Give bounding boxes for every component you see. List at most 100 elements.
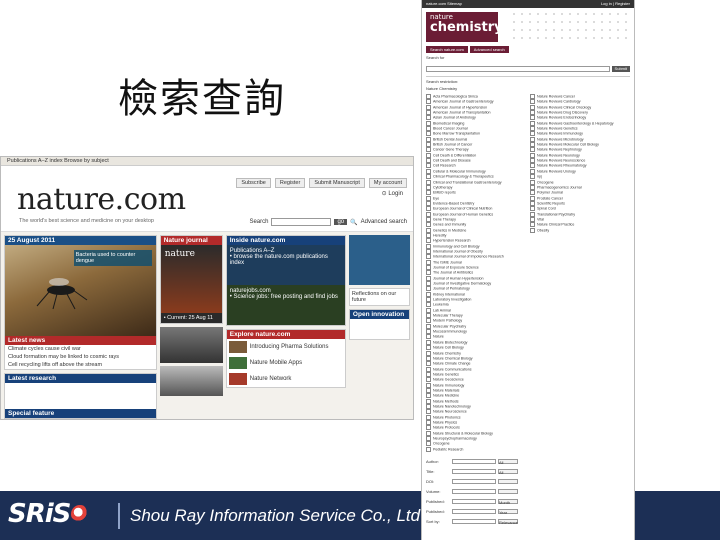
my-account-link[interactable]: My account xyxy=(368,178,407,188)
field-select[interactable] xyxy=(498,488,518,494)
nature-chemistry-logo[interactable]: nature chemistry xyxy=(426,12,503,42)
search-restriction-header: Search restriction: xyxy=(426,76,630,84)
latest-news-header: Latest news xyxy=(5,336,156,345)
nature-body: 25 August 2011 Bacteria used to counter … xyxy=(1,232,413,419)
explore-item[interactable]: Nature Mobile Apps xyxy=(227,355,345,371)
journal-column-right: Nature Reviews Cancer Nature Reviews Card… xyxy=(530,94,630,452)
explore-card: Explore nature.com Introducing Pharma So… xyxy=(225,329,346,388)
naturejobs-text: • Science jobs: free posting and find jo… xyxy=(229,294,338,300)
field-label: Volume: xyxy=(426,488,441,494)
journal-cover[interactable]: nature xyxy=(160,245,222,313)
login-link[interactable]: ⊙ Login xyxy=(382,190,403,197)
news-item[interactable]: Climate cycles cause civil war xyxy=(5,345,156,353)
footer-bar: SRiS Shou Ray Information Service Co., L… xyxy=(0,491,421,540)
hero-caption[interactable]: Bacteria used to counter dengue xyxy=(73,250,152,266)
logo-line2: chemistry xyxy=(430,20,503,35)
field-label: Title: xyxy=(426,468,435,474)
journal-column: Nature journal nature • Current: 25 Aug … xyxy=(159,235,223,419)
search-icon: 🔍 xyxy=(350,219,358,226)
explore-item[interactable]: Introducing Pharma Solutions xyxy=(227,339,345,355)
field-label: Published: xyxy=(426,508,445,514)
nature-events-panel[interactable] xyxy=(348,235,410,285)
search-field-row: Title: All xyxy=(426,466,630,476)
explore-item[interactable]: Nature Network xyxy=(227,371,345,387)
reflections-card[interactable]: Reflections on our future xyxy=(348,288,410,306)
network-icon xyxy=(228,373,247,385)
field-input[interactable] xyxy=(452,518,496,524)
top-bar: nature.com Sitemap Log in | Register xyxy=(422,0,634,8)
pharma-icon xyxy=(228,341,247,353)
subscribe-link[interactable]: Subscribe xyxy=(236,178,271,188)
naturejobs-photo xyxy=(159,327,223,363)
login-register-link[interactable]: Log in | Register xyxy=(601,1,630,7)
field-input[interactable] xyxy=(452,468,496,474)
open-innovation-card[interactable]: Open innovation xyxy=(348,309,410,340)
explore-item-label: Nature Network xyxy=(249,376,292,382)
nature-homepage-screenshot: Publications A–Z index Browse by subject… xyxy=(0,156,414,420)
field-input[interactable] xyxy=(452,488,496,494)
search-site: Nature Chemistry xyxy=(426,86,458,91)
company-name: Shou Ray Information Service Co., Ltd xyxy=(130,506,421,525)
inside-column: Inside nature.com Publications A–Z • bro… xyxy=(225,235,346,419)
search-go-button[interactable]: go xyxy=(334,219,348,225)
search-field-row: DOI: xyxy=(426,476,630,486)
search-field-row: Author: All xyxy=(426,456,630,466)
naturejobs-panel[interactable]: naturejobs.com • Science jobs: free post… xyxy=(226,285,345,325)
tab-advanced-search[interactable]: Advanced search xyxy=(469,46,509,53)
journal-column-left: Acta Pharmacologica Sinica American Journ… xyxy=(426,94,526,452)
right-column: Reflections on our future Open innovatio… xyxy=(348,235,410,419)
field-label: Author: xyxy=(426,458,439,464)
search-field-row: Published: Month xyxy=(426,496,630,506)
reflections-label: Reflections on our future xyxy=(351,291,397,303)
footer-bar-right xyxy=(635,491,720,540)
sris-swoosh-icon xyxy=(71,505,90,523)
journal-checkbox-item[interactable]: Pediatric Research xyxy=(426,447,526,452)
sitemap-link[interactable]: nature.com Sitemap xyxy=(426,1,462,7)
field-input[interactable] xyxy=(452,508,496,514)
field-select[interactable]: Year xyxy=(498,508,518,515)
search-field-row: Sort by: Relevance xyxy=(426,516,630,526)
reflections-photo xyxy=(159,366,223,396)
nature-logo[interactable]: nature.com xyxy=(17,182,186,217)
journal-card: Nature journal nature • Current: 25 Aug … xyxy=(159,235,223,324)
search-input[interactable] xyxy=(426,66,610,72)
inside-card: Inside nature.com Publications A–Z • bro… xyxy=(225,235,346,326)
latest-research-header: Latest research xyxy=(5,374,156,383)
field-input[interactable] xyxy=(452,478,496,484)
search-label: Search xyxy=(249,219,269,225)
field-select[interactable]: Relevance xyxy=(498,518,518,525)
hero-card: 25 August 2011 Bacteria used to counter … xyxy=(4,235,157,370)
nature-search: Search go 🔍 Advanced search xyxy=(249,218,407,226)
search-tabs: Search nature.com Advanced search xyxy=(426,46,630,53)
login-icon: ⊙ xyxy=(381,191,387,197)
field-select[interactable]: All xyxy=(498,458,518,465)
submit-button[interactable]: Submit xyxy=(611,66,630,72)
journal-date[interactable]: • Current: 25 Aug 11 xyxy=(160,313,222,323)
main-column: 25 August 2011 Bacteria used to counter … xyxy=(4,235,157,419)
news-item[interactable]: Cloud formation may be linked to cosmic … xyxy=(5,353,156,361)
open-innovation-header: Open innovation xyxy=(349,310,409,319)
footer-divider xyxy=(118,503,120,529)
field-input[interactable] xyxy=(452,458,496,464)
search-fields: Author: All Title: All DOI: Volume: Published:… xyxy=(426,456,630,526)
publications-panel[interactable]: Publications A–Z • browse the nature.com… xyxy=(226,245,345,285)
register-link[interactable]: Register xyxy=(274,178,306,188)
tagline: The world's best science and medicine on… xyxy=(19,218,154,224)
field-select[interactable] xyxy=(498,478,518,484)
field-select[interactable]: All xyxy=(498,468,518,475)
advanced-search-link[interactable]: Advanced search xyxy=(361,219,407,225)
slide-title: 檢索查詢 xyxy=(118,76,286,122)
field-select[interactable]: Month xyxy=(498,498,518,505)
search-input[interactable] xyxy=(271,218,332,226)
journal-checkbox-item[interactable]: Obesity xyxy=(530,228,630,233)
explore-item-label: Nature Mobile Apps xyxy=(249,360,303,366)
tab-search-nature[interactable]: Search nature.com xyxy=(426,46,468,53)
news-item[interactable]: Cell recycling lifts off above the strea… xyxy=(5,361,156,369)
hero-image[interactable]: 25 August 2011 Bacteria used to counter … xyxy=(5,236,156,336)
explore-item-label: Introducing Pharma Solutions xyxy=(249,344,329,350)
latest-research-card: Latest research Special feature xyxy=(4,373,157,419)
breadcrumb[interactable]: Publications A–Z index Browse by subject xyxy=(1,157,413,166)
submit-manuscript-link[interactable]: Submit Manuscript xyxy=(309,178,365,188)
field-input[interactable] xyxy=(452,498,496,504)
inside-header: Inside nature.com xyxy=(226,236,345,245)
